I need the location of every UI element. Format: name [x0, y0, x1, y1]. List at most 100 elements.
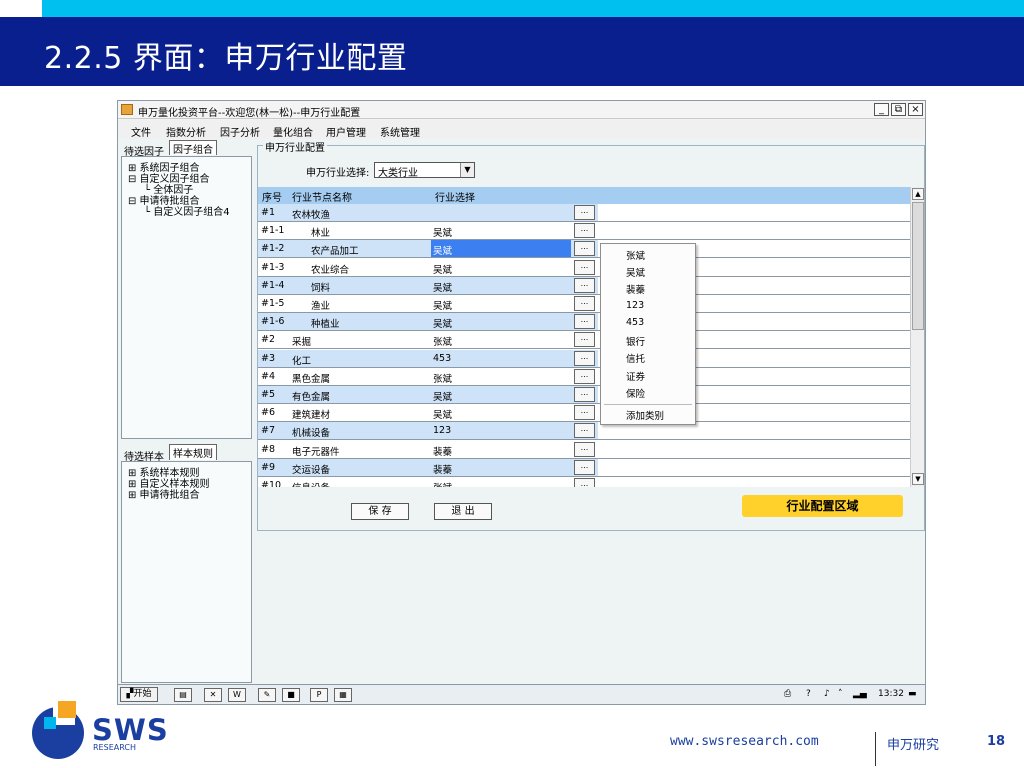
popup-add-category[interactable]: 添加类别: [626, 408, 664, 422]
tree-item[interactable]: └ 自定义因子组合4: [144, 203, 230, 218]
folder-icon[interactable]: ▤: [174, 688, 192, 702]
row-selection[interactable]: 张斌: [433, 371, 452, 385]
row-picker-button[interactable]: ...: [574, 459, 595, 475]
row-selection[interactable]: 裴蓁: [433, 444, 452, 458]
table-row[interactable]: #7 机械设备 123...: [258, 422, 910, 441]
row-selection[interactable]: 吴斌: [433, 298, 452, 312]
popup-item[interactable]: 张斌: [626, 248, 645, 262]
table-row[interactable]: #9 交运设备 裴蓁...: [258, 458, 910, 477]
tool-icon[interactable]: ✎: [258, 688, 276, 702]
popup-item[interactable]: 123: [626, 300, 644, 311]
row-picker-button[interactable]: ...: [574, 296, 595, 311]
desktop-icon[interactable]: ▬: [908, 689, 917, 699]
row-selection[interactable]: 张斌: [433, 480, 452, 487]
tab-sample-rules[interactable]: 样本规则: [169, 444, 217, 460]
scroll-thumb[interactable]: [912, 202, 924, 330]
row-picker-button[interactable]: ...: [574, 405, 595, 421]
row-selection[interactable]: 裴蓁: [433, 462, 452, 476]
row-picker-button[interactable]: ...: [574, 368, 595, 384]
grid-header: 序号 行业节点名称 行业选择: [258, 187, 910, 204]
popup-item[interactable]: 453: [626, 317, 644, 328]
footer-url[interactable]: www.swsresearch.com: [670, 734, 819, 749]
row-selection[interactable]: 453: [433, 353, 451, 364]
popup-item[interactable]: 裴蓁: [626, 282, 645, 296]
row-selection[interactable]: 张斌: [433, 334, 452, 348]
row-selection[interactable]: 123: [433, 425, 451, 436]
popup-item[interactable]: 银行: [626, 334, 645, 348]
table-row[interactable]: #1 农林牧渔...: [258, 204, 910, 222]
row-picker-button[interactable]: ...: [574, 277, 595, 293]
row-picker-button[interactable]: ...: [574, 259, 595, 275]
scroll-down-icon[interactable]: ▼: [912, 473, 924, 485]
table-row[interactable]: #3 化工 453...: [258, 349, 910, 368]
row-picker-button[interactable]: ...: [574, 205, 595, 220]
app-icon: [121, 104, 133, 115]
signal-icon[interactable]: ▂▄: [853, 689, 867, 699]
minimize-button[interactable]: _: [874, 103, 889, 116]
popup-item[interactable]: 信托: [626, 351, 645, 365]
menu-system-management[interactable]: 系统管理: [380, 124, 420, 139]
sound-icon[interactable]: ♪: [824, 689, 830, 699]
table-row[interactable]: #10 信息设备 张斌...: [258, 477, 910, 487]
row-selection[interactable]: 吴斌: [433, 280, 452, 294]
row-picker-button[interactable]: ...: [574, 441, 595, 457]
tree-item[interactable]: ⊞ 申请待批组合: [128, 486, 200, 501]
col-header-name: 行业节点名称: [292, 193, 352, 204]
row-picker-button[interactable]: ...: [574, 423, 595, 439]
row-picker-button[interactable]: ...: [574, 223, 595, 239]
table-row[interactable]: #1-5 渔业 吴斌...: [258, 295, 910, 313]
row-picker-button[interactable]: ...: [574, 314, 595, 330]
row-selection[interactable]: 吴斌: [433, 316, 452, 330]
table-row[interactable]: #8 电子元器件 裴蓁...: [258, 440, 910, 459]
close-button[interactable]: ×: [908, 103, 923, 116]
table-row[interactable]: #1-1 林业 吴斌...: [258, 222, 910, 241]
row-selection[interactable]: 吴斌: [433, 243, 452, 257]
menu-index-analysis[interactable]: 指数分析: [166, 124, 206, 139]
table-row[interactable]: #5 有色金属 吴斌...: [258, 386, 910, 404]
up-arrow-icon[interactable]: ˄: [838, 689, 843, 699]
excel-icon[interactable]: ✕: [204, 688, 222, 702]
maximize-button[interactable]: ⧉: [891, 103, 906, 116]
table-row[interactable]: #2 采掘 张斌...: [258, 331, 910, 350]
popup-item[interactable]: 证券: [626, 369, 645, 383]
tab-factor-combination[interactable]: 因子组合: [169, 140, 217, 156]
app-window-icon[interactable]: ■: [282, 688, 300, 702]
row-selection[interactable]: 吴斌: [433, 262, 452, 276]
industry-select[interactable]: 大类行业 ▼: [374, 162, 475, 179]
row-picker-button[interactable]: ...: [574, 350, 595, 366]
help-icon[interactable]: ?: [806, 689, 811, 699]
row-name: 采掘: [292, 337, 312, 349]
popup-item[interactable]: 保险: [626, 386, 645, 400]
powerpoint-icon[interactable]: P: [310, 688, 328, 702]
scroll-up-icon[interactable]: ▲: [912, 188, 924, 200]
table-row[interactable]: #1-6 种植业 吴斌...: [258, 313, 910, 332]
row-selection[interactable]: 吴斌: [433, 407, 452, 421]
table-row[interactable]: #4 黑色金属 张斌...: [258, 367, 910, 386]
exit-button[interactable]: 退 出: [434, 503, 492, 520]
slide-header: 2.2.5 界面：申万行业配置: [0, 17, 1024, 86]
row-picker-button[interactable]: ...: [574, 241, 595, 257]
popup-item[interactable]: 吴斌: [626, 265, 645, 279]
word-icon[interactable]: W: [228, 688, 246, 702]
row-selection[interactable]: 吴斌: [433, 389, 452, 403]
chart-icon[interactable]: ▦: [334, 688, 352, 702]
menu-quant-portfolio[interactable]: 量化组合: [273, 124, 313, 139]
table-row[interactable]: #1-4 饲料 吴斌...: [258, 276, 910, 295]
menu-file[interactable]: 文件: [131, 124, 151, 139]
page-number: 18: [987, 734, 1006, 749]
table-row[interactable]: #6 建筑建材 吴斌...: [258, 404, 910, 423]
row-picker-button[interactable]: ...: [574, 332, 595, 348]
menu-user-management[interactable]: 用户管理: [326, 124, 366, 139]
start-button[interactable]: ▞开始: [120, 687, 158, 702]
row-selection[interactable]: 吴斌: [433, 225, 452, 239]
printer-icon[interactable]: ⎙: [784, 689, 791, 699]
grid-scrollbar[interactable]: ▲ ▼: [910, 187, 924, 487]
table-row[interactable]: #1-2 农产品加工 吴斌...: [258, 240, 910, 259]
save-button[interactable]: 保 存: [351, 503, 409, 520]
row-picker-button[interactable]: ...: [574, 387, 595, 402]
table-row[interactable]: #1-3 农业综合 吴斌...: [258, 258, 910, 277]
row-index: #1-2: [261, 243, 285, 255]
chevron-down-icon[interactable]: ▼: [460, 163, 474, 177]
menu-factor-analysis[interactable]: 因子分析: [220, 124, 260, 139]
row-picker-button[interactable]: ...: [574, 478, 595, 487]
